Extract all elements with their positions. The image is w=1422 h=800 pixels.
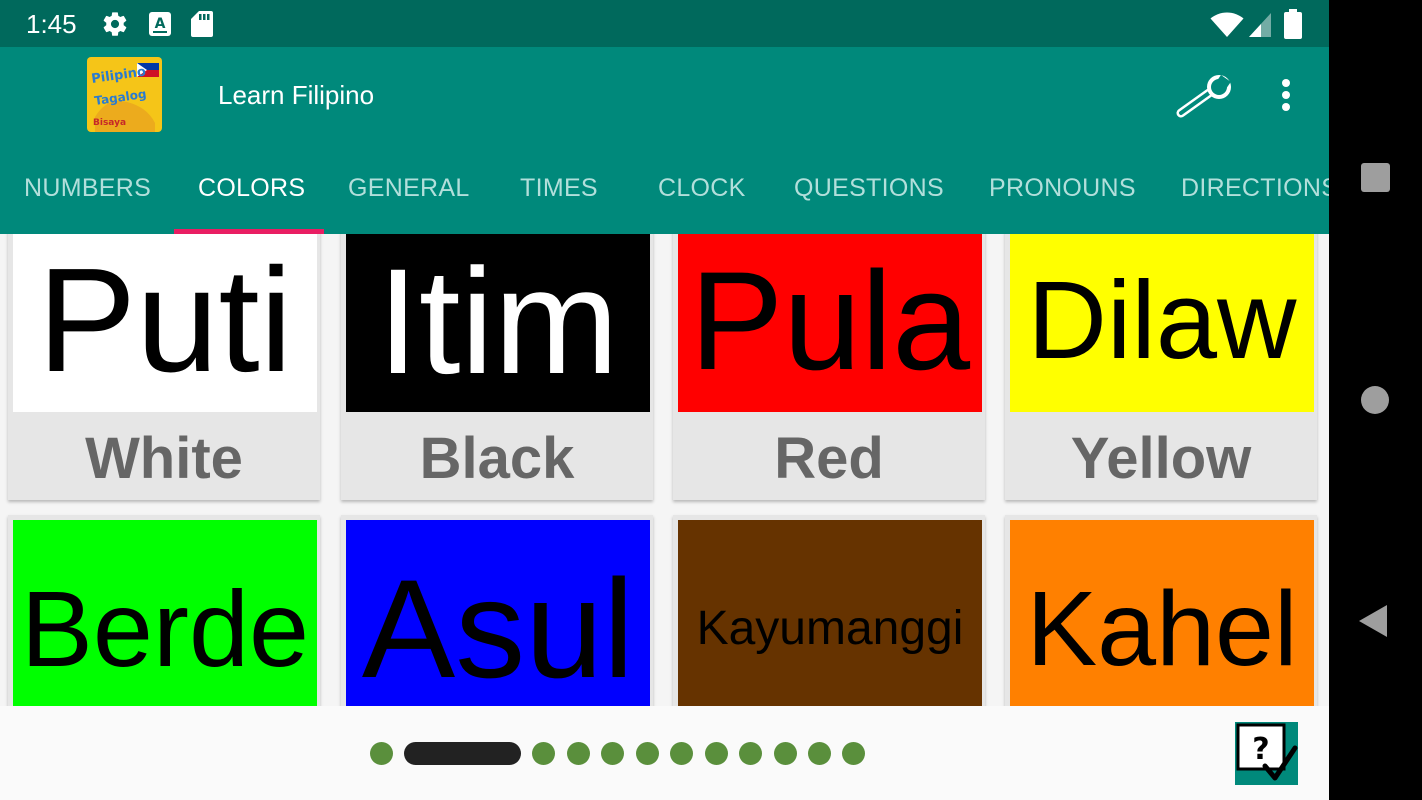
color-swatch: Asul (346, 520, 650, 706)
page-dot[interactable] (670, 742, 693, 765)
back-icon[interactable] (1358, 604, 1388, 638)
app-bar: Pilipino Tagalog Bisaya Learn Filipino (0, 47, 1329, 141)
page-dot[interactable] (808, 742, 831, 765)
color-card-black[interactable]: Itim Black (341, 234, 653, 500)
color-swatch: Pula (678, 234, 982, 412)
color-card-green[interactable]: Berde (8, 515, 320, 706)
english-word: White (85, 426, 243, 491)
svg-text:A: A (155, 16, 166, 32)
filipino-word: Kahel (1026, 570, 1298, 688)
recent-apps-icon[interactable] (1361, 163, 1390, 192)
page-dot[interactable] (739, 742, 762, 765)
tab-questions[interactable]: QUESTIONS (794, 172, 944, 204)
quiz-help-icon[interactable]: ? (1235, 722, 1298, 785)
filipino-word: Berde (20, 568, 310, 689)
english-word: Black (419, 426, 575, 491)
color-swatch: Berde (13, 520, 317, 706)
signal-icon (1249, 13, 1271, 37)
color-card-red[interactable]: Pula Red (673, 234, 985, 500)
page-dot[interactable] (567, 742, 590, 765)
page-dot[interactable] (705, 742, 728, 765)
color-swatch: Dilaw (1010, 234, 1314, 412)
keyboard-a-icon: A (149, 12, 171, 36)
more-vert-icon[interactable] (1271, 75, 1301, 115)
page-dot[interactable] (532, 742, 555, 765)
color-swatch: Kayumanggi (678, 520, 982, 706)
page-dot-active[interactable] (404, 742, 521, 765)
filipino-word: Kayumanggi (696, 602, 964, 655)
tab-clock[interactable]: CLOCK (658, 172, 746, 204)
filipino-word: Puti (37, 238, 293, 403)
home-icon[interactable] (1361, 386, 1389, 414)
tab-pronouns[interactable]: PRONOUNS (989, 172, 1136, 204)
app-title: Learn Filipino (218, 80, 375, 110)
color-card-white[interactable]: Puti White (8, 234, 320, 500)
filipino-word: Dilaw (1027, 259, 1297, 382)
app-screen: 1:45 A Pilipino Tagalog Bisaya Learn Fil… (0, 0, 1329, 800)
color-card-blue[interactable]: Asul (341, 515, 653, 706)
tab-general[interactable]: GENERAL (348, 172, 470, 204)
tab-numbers[interactable]: NUMBERS (24, 172, 151, 204)
page-dot[interactable] (842, 742, 865, 765)
filipino-word: Pula (689, 242, 971, 399)
color-swatch: Itim (346, 234, 650, 412)
page-dot[interactable] (774, 742, 797, 765)
bottom-bar (0, 706, 1329, 800)
english-word: Red (774, 426, 884, 491)
status-time: 1:45 (26, 9, 77, 39)
filipino-word: Asul (361, 550, 635, 706)
filipino-word: Itim (377, 237, 619, 405)
english-word: Yellow (1070, 426, 1252, 491)
color-grid: Puti White Itim Black Pula Red Dilaw Yel… (0, 234, 1329, 706)
svg-text:?: ? (1252, 732, 1269, 767)
page-dot[interactable] (370, 742, 393, 765)
tab-directions[interactable]: DIRECTIONS (1181, 172, 1329, 204)
logo-text-bisaya: Bisaya (93, 118, 126, 128)
color-card-brown[interactable]: Kayumanggi (673, 515, 985, 706)
color-swatch: Puti (13, 234, 317, 412)
battery-icon (1284, 9, 1302, 39)
wifi-icon (1210, 12, 1244, 37)
sd-card-icon (191, 11, 213, 37)
color-card-yellow[interactable]: Dilaw Yellow (1005, 234, 1317, 500)
color-swatch: Kahel (1010, 520, 1314, 706)
page-dot[interactable] (636, 742, 659, 765)
wrench-icon[interactable] (1175, 73, 1235, 119)
tab-colors[interactable]: COLORS (198, 172, 305, 204)
status-bar: 1:45 A (0, 0, 1329, 47)
tab-bar: NUMBERS COLORS GENERAL TIMES CLOCK QUEST… (0, 141, 1329, 234)
page-dot[interactable] (601, 742, 624, 765)
settings-icon (103, 12, 127, 36)
tab-times[interactable]: TIMES (520, 172, 598, 204)
app-logo: Pilipino Tagalog Bisaya (87, 57, 162, 132)
color-card-orange[interactable]: Kahel (1005, 515, 1317, 706)
